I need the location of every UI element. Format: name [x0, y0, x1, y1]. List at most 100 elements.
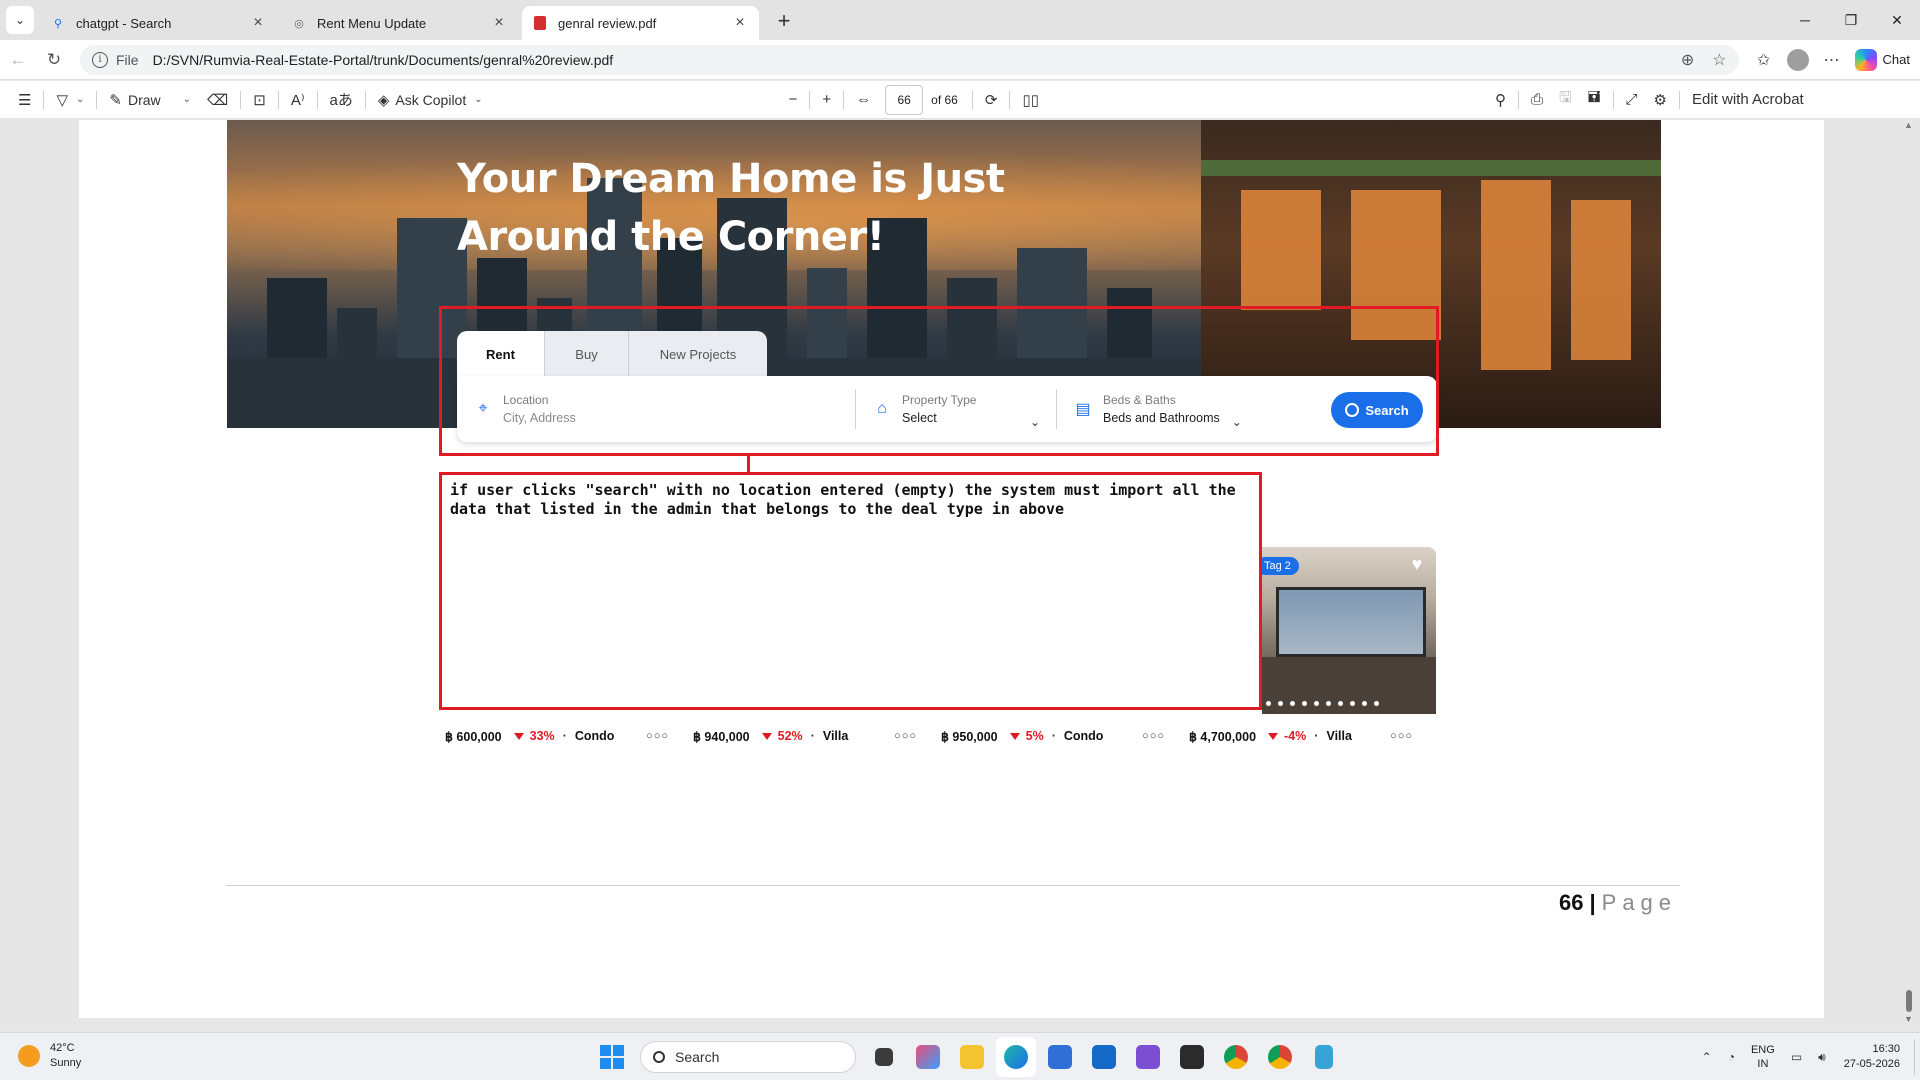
- more-icon[interactable]: ○○○: [894, 730, 917, 742]
- ask-copilot-button[interactable]: ◈ Ask Copilot ⌄: [370, 85, 491, 115]
- taskbar-search[interactable]: Search: [640, 1041, 856, 1073]
- pdf-icon: [532, 15, 548, 31]
- back-button[interactable]: ←: [0, 44, 36, 76]
- info-icon[interactable]: i: [92, 51, 108, 68]
- network-icon[interactable]: ◔: [1728, 1050, 1735, 1064]
- save-button[interactable]: 🖫: [1551, 85, 1580, 115]
- restore-button[interactable]: ❐: [1828, 0, 1874, 40]
- save-as-icon: 🖬: [1587, 89, 1601, 106]
- browser-tab[interactable]: ⚲ chatgpt - Search ×: [40, 6, 277, 40]
- favorite-star-icon[interactable]: ☆: [1712, 52, 1726, 69]
- clock[interactable]: 16:30 27-05-2026: [1844, 1042, 1900, 1072]
- property-card-image[interactable]: Tag 2 ♥: [1262, 547, 1436, 714]
- zoom-out-button[interactable]: −: [781, 85, 806, 115]
- find-button[interactable]: ⚲: [1487, 85, 1514, 115]
- minimize-button[interactable]: ─: [1782, 0, 1828, 40]
- page-view-button[interactable]: ▯▯: [1014, 85, 1047, 115]
- visual-studio-icon[interactable]: [1128, 1037, 1168, 1077]
- table-of-contents-icon[interactable]: ☰: [10, 85, 39, 115]
- copilot-chat-button[interactable]: Chat: [1854, 48, 1910, 71]
- toolbar-divider: [1612, 90, 1614, 109]
- edge-browser-icon[interactable]: [996, 1037, 1036, 1077]
- zoom-icon[interactable]: ⊕: [1681, 52, 1694, 69]
- display-icon[interactable]: ▭: [1791, 1050, 1802, 1064]
- text-box-button[interactable]: ⊡: [245, 85, 274, 115]
- hero-title: Your Dream Home is Just Around the Corne…: [457, 156, 1005, 260]
- fit-width-button[interactable]: ⇔: [848, 85, 879, 115]
- page-number-input[interactable]: 66: [885, 84, 924, 115]
- listing-item[interactable]: ฿ 950,000 5% · Condo ○○○: [941, 726, 1189, 746]
- scroll-down-icon[interactable]: ▼: [1904, 1014, 1913, 1024]
- url-text[interactable]: D:/SVN/Rumvia-Real-Estate-Portal/trunk/D…: [153, 52, 1667, 68]
- eraser-button[interactable]: ⌫: [199, 85, 236, 115]
- listing-item[interactable]: ฿ 600,000 33% · Condo ○○○: [445, 726, 693, 746]
- read-aloud-button[interactable]: A⁾: [283, 85, 313, 115]
- rotate-button[interactable]: ⟳: [977, 85, 1006, 115]
- chrome-icon[interactable]: [1260, 1037, 1300, 1077]
- zoom-in-button[interactable]: +: [814, 85, 839, 115]
- plus-icon: +: [822, 91, 832, 108]
- notepad-icon[interactable]: [1304, 1037, 1344, 1077]
- toolbar-divider: [43, 90, 45, 109]
- chrome-icon[interactable]: [1216, 1037, 1256, 1077]
- lang-line2: IN: [1757, 1058, 1769, 1070]
- close-icon[interactable]: ×: [490, 14, 508, 32]
- scrollbar-thumb[interactable]: [1906, 990, 1912, 1012]
- page-footer-rule: [226, 885, 1680, 886]
- listing-change: 33%: [529, 729, 555, 743]
- fullscreen-button[interactable]: ⤢: [1618, 85, 1646, 115]
- store-icon[interactable]: [1040, 1037, 1080, 1077]
- outlook-icon[interactable]: [1084, 1037, 1124, 1077]
- show-desktop-button[interactable]: [1914, 1039, 1920, 1075]
- fit-width-icon: ⇔: [856, 91, 872, 108]
- weather-widget[interactable]: 42°C Sunny: [18, 1041, 81, 1071]
- windows-start-icon[interactable]: [600, 1045, 624, 1069]
- new-tab-button[interactable]: +: [769, 6, 799, 36]
- save-as-button[interactable]: 🖬: [1580, 85, 1609, 115]
- rotate-icon: ⟳: [984, 91, 998, 109]
- weather-temp: 42°C: [50, 1042, 75, 1054]
- edit-with-acrobat-button[interactable]: Edit with Acrobat: [1684, 85, 1812, 115]
- more-icon[interactable]: ○○○: [1142, 730, 1165, 742]
- settings-button[interactable]: ⚙: [1646, 85, 1675, 115]
- toolbar-divider: [1517, 90, 1519, 109]
- page-number: 66: [1559, 890, 1584, 915]
- file-explorer-icon[interactable]: [952, 1037, 992, 1077]
- more-menu-icon[interactable]: ⋯: [1815, 44, 1849, 76]
- more-icon[interactable]: ○○○: [1390, 730, 1413, 742]
- volume-icon[interactable]: 🔊︎: [1818, 1050, 1826, 1065]
- translate-button[interactable]: aあ: [322, 85, 361, 115]
- browser-tab[interactable]: ◎ Rent Menu Update ×: [281, 6, 518, 40]
- print-button[interactable]: ⎙: [1523, 85, 1551, 115]
- highlight-button[interactable]: ▽ ⌄: [48, 85, 92, 115]
- favorites-icon[interactable]: ✩: [1747, 44, 1781, 76]
- browser-tab-active[interactable]: genral review.pdf ×: [522, 6, 759, 40]
- sun-icon: [18, 1045, 40, 1067]
- terminal-icon[interactable]: [1172, 1037, 1212, 1077]
- pdf-viewer[interactable]: Your Dream Home is Just Around the Corne…: [0, 120, 1920, 1030]
- tab-title: Rent Menu Update: [317, 15, 427, 31]
- toolbar-divider: [316, 90, 318, 109]
- heart-icon[interactable]: ♥: [1406, 553, 1428, 575]
- annotation-connector: [747, 456, 750, 472]
- chevron-up-icon[interactable]: ⌃: [1702, 1050, 1712, 1064]
- tab-actions-menu[interactable]: ⌄: [6, 6, 34, 34]
- close-icon[interactable]: ×: [731, 14, 749, 32]
- draw-button[interactable]: ✎ Draw ⌄: [101, 85, 199, 115]
- footer-separator: |: [1589, 890, 1596, 915]
- more-icon[interactable]: ○○○: [646, 730, 669, 742]
- pdf-page: Your Dream Home is Just Around the Corne…: [79, 120, 1824, 1018]
- close-window-button[interactable]: ✕: [1874, 0, 1920, 40]
- listing-item[interactable]: ฿ 940,000 52% · Villa ○○○: [693, 726, 941, 746]
- url-field[interactable]: i File D:/SVN/Rumvia-Real-Estate-Portal/…: [80, 44, 1739, 75]
- refresh-button[interactable]: ↻: [36, 44, 72, 76]
- scroll-up-icon[interactable]: ▲: [1904, 120, 1913, 130]
- language-indicator[interactable]: ENG IN: [1751, 1043, 1775, 1071]
- listing-item[interactable]: ฿ 4,700,000 -4% · Villa ○○○: [1189, 726, 1437, 746]
- task-view-icon[interactable]: [864, 1037, 904, 1077]
- profile-avatar[interactable]: [1786, 48, 1809, 71]
- news-app-icon[interactable]: [908, 1037, 948, 1077]
- vertical-scrollbar[interactable]: ▲ ▼: [1903, 120, 1915, 1025]
- chevron-down-icon: ⌄: [76, 94, 85, 105]
- close-icon[interactable]: ×: [249, 14, 267, 32]
